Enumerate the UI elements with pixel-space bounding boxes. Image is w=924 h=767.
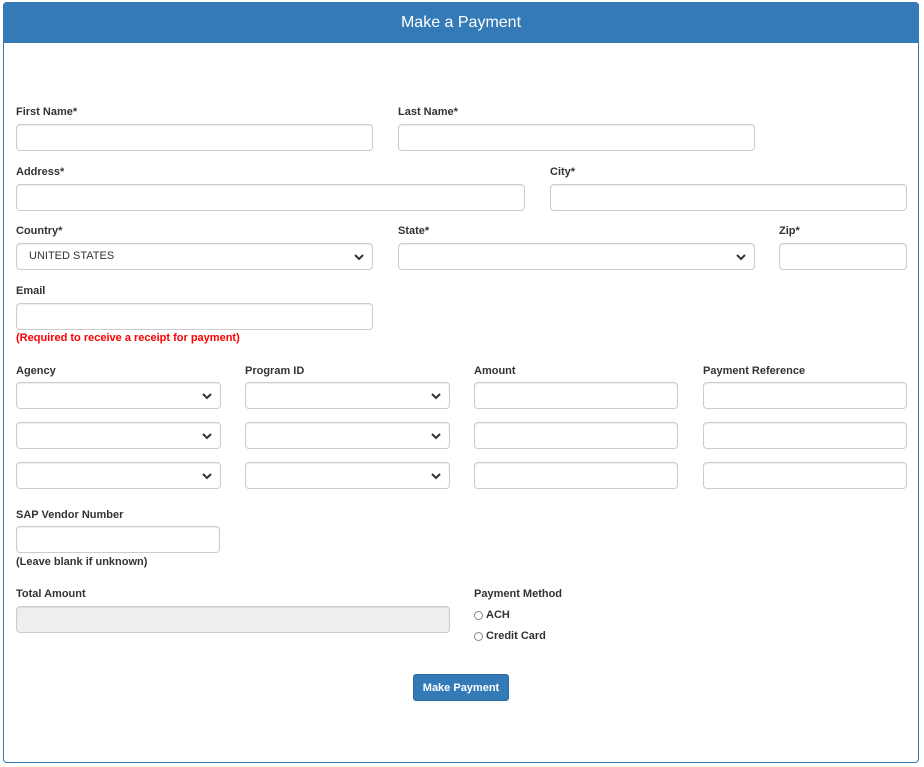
email-input[interactable]	[16, 303, 373, 330]
sap-vendor-label: SAP Vendor Number	[16, 509, 124, 521]
last-name-input[interactable]	[398, 124, 755, 151]
payment-method-ach[interactable]: ACH	[474, 609, 510, 621]
panel-heading: Make a Payment	[3, 2, 919, 43]
agency-select[interactable]	[16, 422, 221, 449]
page-title: Make a Payment	[400, 14, 522, 31]
make-payment-button[interactable]: Make Payment	[413, 674, 509, 701]
sap-vendor-help-text: (Leave blank if unknown)	[16, 556, 148, 568]
payment-method-credit-card[interactable]: Credit Card	[474, 630, 546, 642]
agency-select[interactable]	[16, 462, 221, 489]
first-name-input[interactable]	[16, 124, 373, 151]
chevron-down-icon	[431, 473, 441, 480]
first-name-label: First Name*	[16, 106, 78, 118]
address-label: Address*	[16, 166, 65, 178]
zip-label: Zip*	[779, 225, 800, 237]
radio-label-credit-card: Credit Card	[486, 630, 546, 642]
payment-reference-input[interactable]	[703, 422, 907, 449]
total-amount-field	[16, 606, 450, 633]
zip-input[interactable]	[779, 243, 907, 270]
address-input[interactable]	[16, 184, 525, 211]
chevron-down-icon	[431, 393, 441, 400]
total-amount-label: Total Amount	[16, 588, 86, 600]
chevron-down-icon	[202, 393, 212, 400]
city-input[interactable]	[550, 184, 907, 211]
program-id-select[interactable]	[245, 382, 450, 409]
email-label: Email	[16, 285, 46, 297]
radio-button-ach[interactable]	[474, 610, 483, 620]
payment-reference-input[interactable]	[703, 462, 907, 489]
sap-vendor-input[interactable]	[16, 526, 220, 553]
amount-input[interactable]	[474, 382, 678, 409]
country-select[interactable]: UNITED STATES	[16, 243, 373, 270]
city-label: City*	[550, 166, 576, 178]
program-id-select[interactable]	[245, 462, 450, 489]
agency-header: Agency	[16, 365, 56, 377]
radio-label-ach: ACH	[486, 609, 510, 621]
payment-reference-input[interactable]	[703, 382, 907, 409]
email-help-text: (Required to receive a receipt for payme…	[16, 332, 240, 344]
chevron-down-icon	[431, 433, 441, 440]
chevron-down-icon	[202, 473, 212, 480]
state-select[interactable]	[398, 243, 755, 270]
payment-method-label: Payment Method	[474, 588, 563, 600]
amount-input[interactable]	[474, 422, 678, 449]
program-id-header: Program ID	[245, 365, 305, 377]
state-label: State*	[398, 225, 430, 237]
last-name-label: Last Name*	[398, 106, 458, 118]
program-id-select[interactable]	[245, 422, 450, 449]
country-select-value: UNITED STATES	[29, 250, 115, 262]
chevron-down-icon	[736, 254, 746, 261]
amount-header: Amount	[474, 365, 516, 377]
agency-select[interactable]	[16, 382, 221, 409]
amount-input[interactable]	[474, 462, 678, 489]
radio-button-credit-card[interactable]	[474, 631, 483, 641]
payment-reference-header: Payment Reference	[703, 365, 806, 377]
chevron-down-icon	[354, 254, 364, 261]
country-label: Country*	[16, 225, 63, 237]
chevron-down-icon	[202, 433, 212, 440]
